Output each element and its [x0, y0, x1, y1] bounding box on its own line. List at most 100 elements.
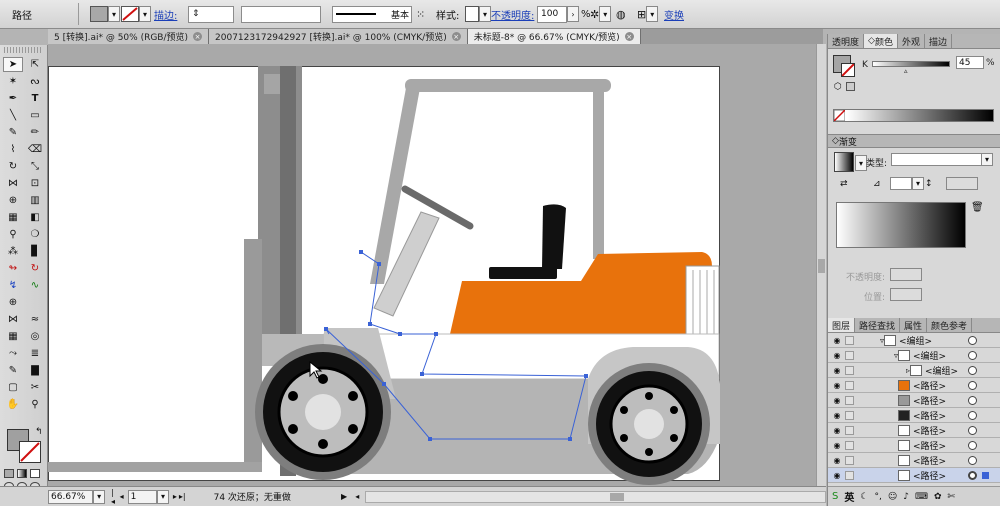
chevron-down-icon[interactable]: ▾	[599, 6, 612, 22]
k-slider[interactable]	[872, 61, 950, 67]
toolbox-grip[interactable]	[4, 47, 43, 53]
zoom-field[interactable]: 66.67%	[48, 489, 94, 504]
target-circle-icon[interactable]	[968, 455, 977, 465]
eye-icon[interactable]: ◉	[832, 426, 842, 435]
chevron-down-icon[interactable]: ▾	[139, 6, 151, 22]
eye-icon[interactable]: ◉	[832, 411, 842, 420]
symbol-sprayer-tool-icon[interactable]: ⁂	[3, 244, 23, 259]
target-tool-icon[interactable]: ⊕	[3, 295, 23, 310]
aspect-ratio-field[interactable]	[946, 177, 978, 190]
chevron-down-icon[interactable]: ▾	[479, 6, 491, 22]
lock-toggle[interactable]	[845, 365, 854, 375]
opacity-field[interactable]: 100	[537, 5, 567, 23]
target-circle-icon[interactable]	[968, 365, 977, 375]
target-circle-icon[interactable]	[968, 395, 977, 405]
eyedropper-tool-icon[interactable]: ⚲	[3, 227, 23, 242]
stroke-square[interactable]	[19, 441, 41, 463]
fill-color-control[interactable]: ▾	[90, 5, 120, 23]
layer-row[interactable]: ◉ ▿ <编组>	[828, 348, 1000, 363]
layer-row[interactable]: ◉ <路径>	[828, 378, 1000, 393]
trash-icon[interactable]: 🗑	[971, 202, 984, 213]
punctuation-icon[interactable]: °,	[874, 492, 881, 502]
chevron-down-icon[interactable]: ▾	[981, 153, 993, 166]
bar-chart-tool-icon[interactable]: ▇	[25, 363, 45, 378]
next-page-icon[interactable]: ▸	[173, 492, 177, 501]
color-mode-icon[interactable]	[4, 469, 14, 478]
doc-tab-2[interactable]: 2007123172942927 [转换].ai* @ 100% (CMYK/预…	[209, 29, 468, 44]
tab-pathfinder[interactable]: 路径查找	[855, 318, 901, 332]
twirl-tool-icon[interactable]: ◎	[25, 329, 45, 344]
chevron-down-icon[interactable]: ▾	[108, 6, 120, 22]
play-icon[interactable]: ▶	[341, 492, 347, 501]
scroll-thumb[interactable]	[818, 259, 825, 273]
doc-tab-1[interactable]: 5 [转换].ai* @ 50% (RGB/预览) ×	[48, 29, 210, 44]
doc-tab-3[interactable]: 未标题-8* @ 66.67% (CMYK/预览) ×	[467, 29, 641, 44]
wrench-icon[interactable]: ✄	[948, 492, 956, 502]
column-graph-tool-icon[interactable]: ▊	[25, 244, 45, 259]
grid-tool-icon[interactable]: ▦	[3, 329, 23, 344]
artboard-tool-icon[interactable]: ▢	[3, 380, 23, 395]
lasso-tool-icon[interactable]: ᔓ	[25, 74, 45, 89]
red-path-tool-icon[interactable]: ↬	[3, 261, 23, 276]
tab-transparency[interactable]: 透明度	[828, 34, 865, 48]
perspective-grid-tool-icon[interactable]: ▥	[25, 193, 45, 208]
pencil-tool-icon[interactable]: ✏	[25, 125, 45, 140]
transform-link[interactable]: 变换	[664, 7, 684, 22]
direct-selection-tool-icon[interactable]: ⇱	[25, 57, 45, 72]
target-circle-icon[interactable]	[968, 470, 977, 480]
moon-icon[interactable]: ☾	[860, 492, 868, 502]
gradient-position-field[interactable]	[890, 288, 922, 301]
chevron-down-icon[interactable]: ▾	[646, 6, 659, 22]
opacity-link[interactable]: 不透明度:	[491, 7, 534, 22]
brush-icon[interactable]: ⁙	[416, 8, 425, 21]
target-circle-icon[interactable]	[968, 440, 977, 450]
tab-stroke[interactable]: 描边	[925, 34, 952, 48]
globe-icon[interactable]: ◍	[616, 8, 626, 21]
style-swatch[interactable]	[465, 6, 479, 22]
layer-row[interactable]: ◉ ▿ <编组>	[828, 333, 1000, 348]
eye-icon[interactable]: ◉	[832, 456, 842, 465]
target-circle-icon[interactable]	[968, 425, 977, 435]
angle-field[interactable]	[890, 177, 912, 190]
stroke-style-select[interactable]: 基本	[332, 5, 412, 23]
eye-icon[interactable]: ◉	[832, 441, 842, 450]
eraser-tool-icon[interactable]: ⌫	[25, 142, 45, 157]
eye-icon[interactable]: ◉	[832, 336, 842, 345]
tab-appearance[interactable]: 外观	[898, 34, 925, 48]
blend-tool-icon[interactable]: ❍	[25, 227, 45, 242]
green-wave-tool-icon[interactable]: ∿	[25, 278, 45, 293]
eye-icon[interactable]: ◉	[832, 366, 842, 375]
scroll-left-icon[interactable]: ◂	[355, 492, 359, 501]
reverse-gradient-icon[interactable]: ⇄	[840, 179, 848, 189]
stroke-color-control[interactable]: ▾	[121, 5, 151, 23]
zoom-tool-icon[interactable]: ⚲	[25, 397, 45, 412]
type-tool-icon[interactable]: T	[25, 91, 45, 106]
tab-color[interactable]: ◇ 颜色	[864, 34, 898, 48]
tab-color-guide[interactable]: 颜色参考	[927, 318, 973, 332]
stroke-link[interactable]: 描边:	[154, 7, 177, 22]
blob-brush-tool-icon[interactable]: ⌇	[3, 142, 23, 157]
warp-tool-icon[interactable]: ⋈	[3, 312, 23, 327]
lock-toggle[interactable]	[845, 395, 854, 405]
align-icon[interactable]: ⊞	[637, 8, 646, 21]
web-safe-icon[interactable]	[846, 82, 855, 91]
keyboard-icon[interactable]: ⌨	[915, 492, 928, 502]
forklift-illustration[interactable]	[48, 44, 823, 486]
emoji-icon[interactable]: ☺	[888, 492, 897, 502]
tab-layers[interactable]: 图层	[828, 318, 856, 332]
stroke-square[interactable]	[841, 63, 855, 77]
out-of-gamut-icon[interactable]: ⬡	[834, 82, 842, 92]
horizontal-scrollbar[interactable]	[365, 490, 826, 503]
ime-lang[interactable]: 英	[844, 489, 854, 504]
recolor-icon[interactable]: ✲	[590, 8, 599, 21]
gradient-mode-icon[interactable]	[17, 469, 27, 478]
gradient-preview-swatch[interactable]	[834, 152, 854, 172]
free-transform-tool-icon[interactable]: ⊡	[25, 176, 45, 191]
width-tool-icon[interactable]: ⋈	[3, 176, 23, 191]
scroll-thumb[interactable]	[610, 492, 625, 501]
shape-builder-tool-icon[interactable]: ⊕	[3, 193, 23, 208]
target-circle-icon[interactable]	[968, 335, 977, 345]
eyedropper-sample-tool-icon[interactable]: ✎	[3, 363, 23, 378]
selection-indicator[interactable]	[982, 471, 989, 479]
lock-toggle[interactable]	[845, 380, 854, 390]
